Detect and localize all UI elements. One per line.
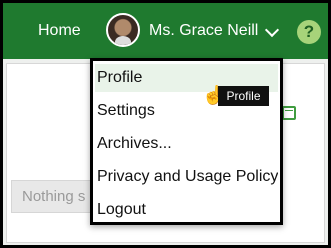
user-name[interactable]: Ms. Grace Neill (149, 21, 258, 41)
menu-item-privacy-policy[interactable]: Privacy and Usage Policy (95, 163, 278, 191)
profile-tooltip: Profile (218, 86, 269, 106)
menu-item-archives[interactable]: Archives... (95, 130, 278, 158)
app-screen: Home Ms. Grace Neill ? Nothing s Profile… (3, 3, 328, 245)
top-navigation-bar: Home Ms. Grace Neill ? (3, 3, 328, 59)
avatar[interactable] (106, 13, 140, 47)
browser-frame: Home Ms. Grace Neill ? Nothing s Profile… (0, 0, 331, 248)
chevron-down-icon[interactable] (264, 22, 280, 38)
user-dropdown-menu: Profile Settings Archives... Privacy and… (90, 58, 283, 225)
menu-item-logout[interactable]: Logout (95, 196, 278, 224)
home-link[interactable]: Home (38, 21, 81, 41)
help-icon[interactable]: ? (297, 20, 321, 44)
calendar-icon[interactable] (282, 106, 296, 120)
